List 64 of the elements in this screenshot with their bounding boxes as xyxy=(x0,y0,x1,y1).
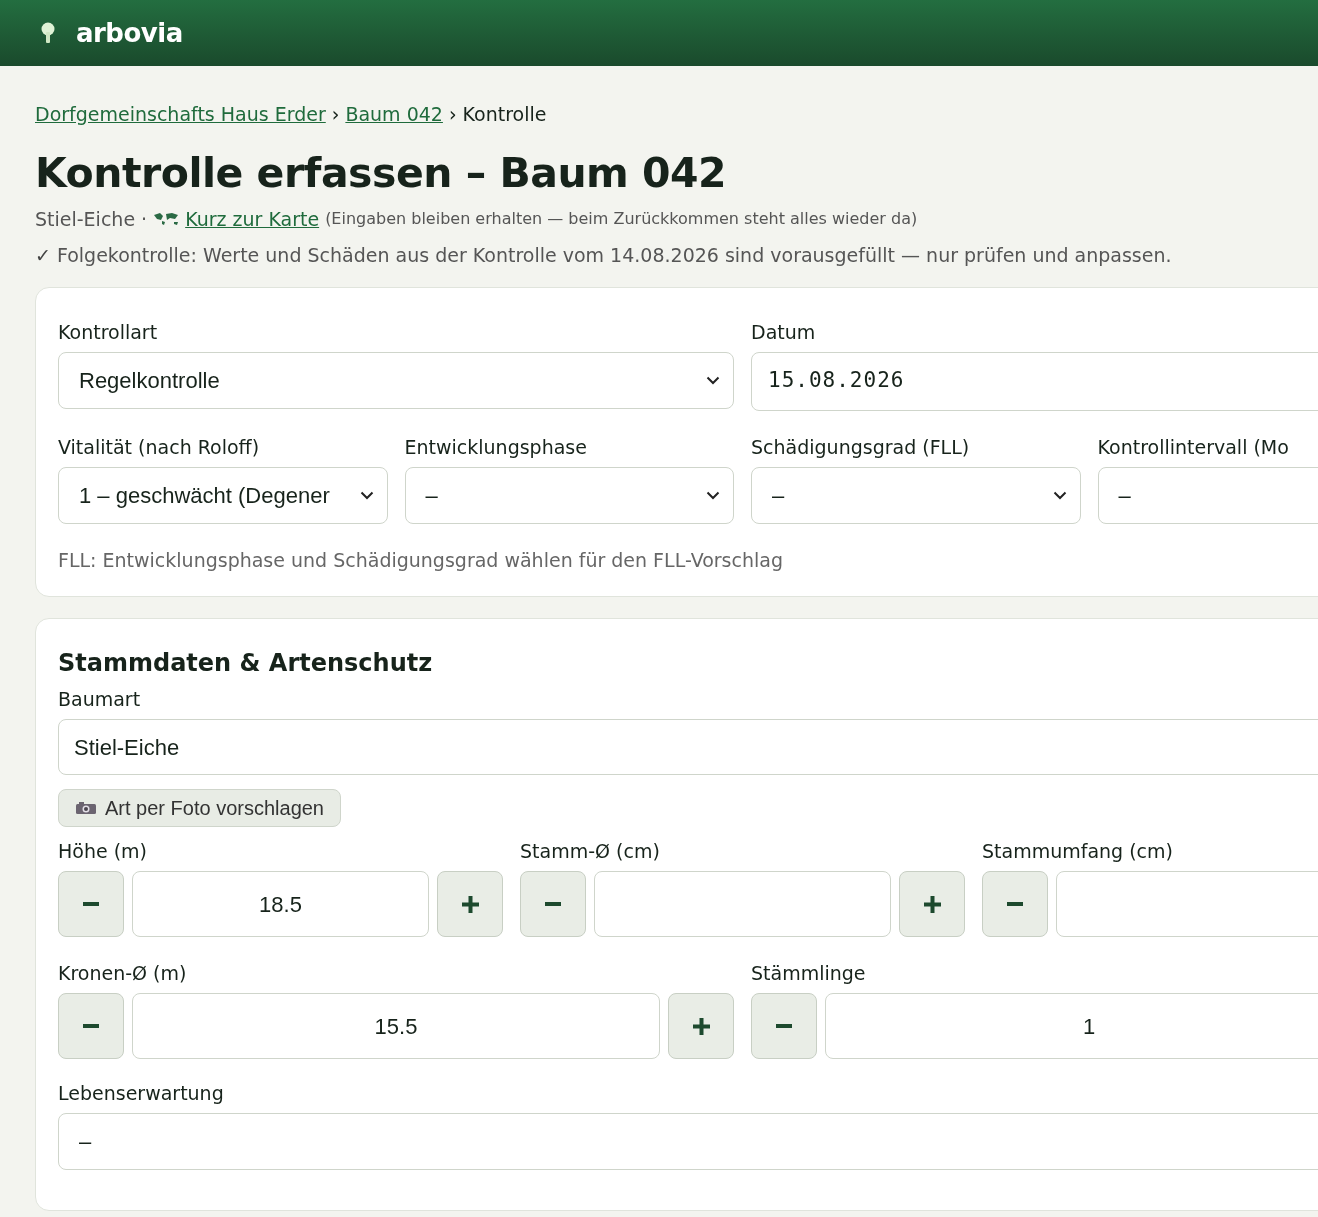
number-field[interactable] xyxy=(1056,871,1318,937)
plus-icon xyxy=(461,895,479,913)
species-text: Stiel-Eiche · xyxy=(35,206,148,232)
map-link[interactable]: Kurz zur Karte xyxy=(153,204,320,233)
hint-text: FLL: Entwicklungsphase und Schädigungsgrad wählen für den FLL-Vorschlag xyxy=(58,547,784,573)
chevron-down-icon xyxy=(706,375,720,385)
field-label: Kontrollart xyxy=(58,319,159,344)
date-field[interactable]: 15.08.2026 xyxy=(751,351,1318,411)
increment-button[interactable] xyxy=(668,993,734,1059)
plus-icon xyxy=(692,1017,710,1035)
field-label: Stämmlinge xyxy=(751,961,867,985)
check-mark: ✓ xyxy=(35,243,51,268)
field-label: Höhe (m) xyxy=(58,839,149,863)
minus-icon xyxy=(1007,902,1023,906)
field-label: Datum xyxy=(751,319,817,344)
field-label: Stammumfang (cm) xyxy=(982,839,1174,863)
select-field[interactable]: – xyxy=(58,1113,1318,1170)
breadcrumb-current: Kontrolle xyxy=(462,102,547,127)
notice-text: Folgekontrolle: Werte und Schäden aus der Kontrolle vom 14.08.2026 sind vorausgefüllt — nur prüfen und anpassen. xyxy=(56,243,1172,268)
number-field[interactable]: 15.5 xyxy=(132,993,660,1059)
select-field[interactable]: – xyxy=(404,466,734,524)
select-field[interactable]: 1 – geschwächt (Degener xyxy=(58,466,388,524)
breadcrumb-separator: › xyxy=(448,102,457,127)
world-map-icon xyxy=(153,211,180,226)
select-field[interactable]: – xyxy=(751,466,1081,524)
field-label: Schädigungsgrad (FLL) xyxy=(751,434,971,459)
select-field[interactable]: Regelkontrolle xyxy=(58,351,734,409)
minus-icon xyxy=(776,1024,792,1028)
number-field[interactable]: 1 xyxy=(825,993,1318,1059)
chevron-down-icon xyxy=(359,490,374,500)
number-field[interactable] xyxy=(594,871,891,937)
decrement-button[interactable] xyxy=(58,871,124,937)
breadcrumb-link[interactable]: Baum 042 xyxy=(345,100,443,129)
field-label: Kronen-Ø (m) xyxy=(58,961,188,985)
minus-icon xyxy=(545,902,561,906)
decrement-button[interactable] xyxy=(58,993,124,1059)
breadcrumb-separator: › xyxy=(331,102,340,127)
field-label: Lebenserwartung xyxy=(58,1081,225,1105)
decrement-button[interactable] xyxy=(520,871,586,937)
increment-button[interactable] xyxy=(437,871,503,937)
chevron-down-icon xyxy=(706,490,720,500)
field-label: Kontrollintervall (Mo xyxy=(1097,434,1290,459)
plus-icon xyxy=(923,895,941,913)
minus-icon xyxy=(83,1024,99,1028)
decrement-button[interactable] xyxy=(982,871,1048,937)
section-heading: Stammdaten & Artenschutz xyxy=(58,648,434,679)
field-label: Baumart xyxy=(58,687,142,711)
field-label: Entwicklungsphase xyxy=(404,434,588,459)
field-label: Vitalität (nach Roloff) xyxy=(58,434,261,459)
input-field[interactable]: Stiel-Eiche xyxy=(58,719,1318,775)
decrement-button[interactable] xyxy=(751,993,817,1059)
chevron-down-icon xyxy=(1052,490,1067,500)
field-label: Stamm-Ø (cm) xyxy=(520,839,661,863)
breadcrumb-link[interactable]: Dorfgemeinschafts Haus Erder xyxy=(35,100,326,129)
increment-button[interactable] xyxy=(899,871,965,937)
select-field[interactable]: – xyxy=(1097,466,1318,524)
camera-icon xyxy=(75,801,97,815)
number-field[interactable]: 18.5 xyxy=(132,871,429,937)
brand-name[interactable]: arbovia xyxy=(76,13,183,53)
page-title: Kontrolle erfassen – Baum 042 xyxy=(35,147,728,199)
tree-icon xyxy=(40,22,56,44)
hint-text: (Eingaben bleiben erhalten — beim Zurückkommen steht alles wieder da) xyxy=(325,207,918,230)
photo-suggest-button[interactable]: Art per Foto vorschlagen xyxy=(58,789,341,827)
minus-icon xyxy=(83,902,99,906)
